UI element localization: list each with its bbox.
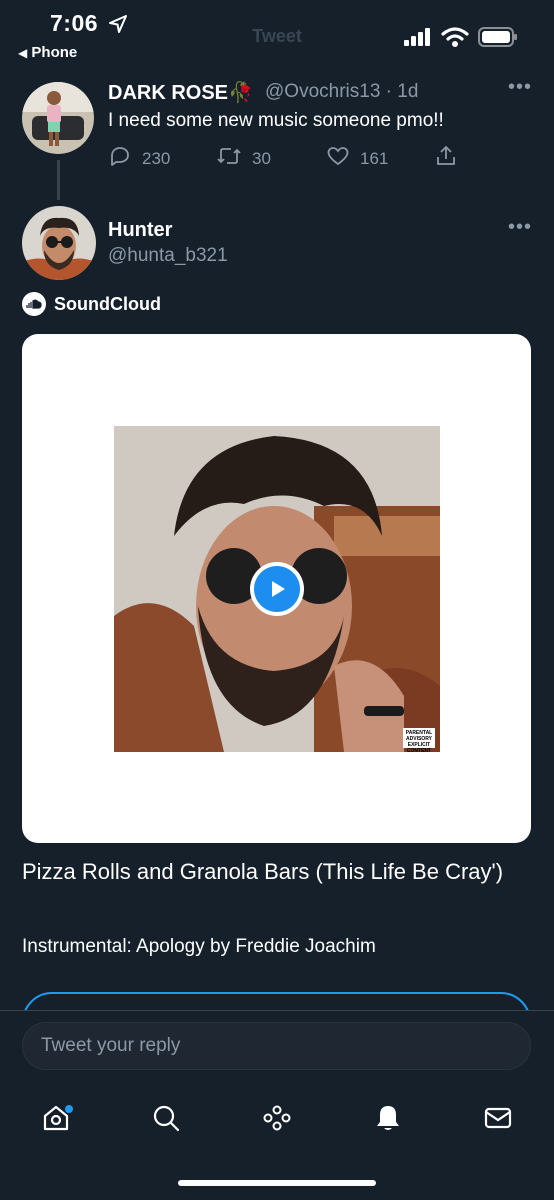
cellular-signal-icon	[404, 28, 432, 51]
battery-icon	[478, 27, 518, 52]
more-options-icon[interactable]: •••	[508, 76, 532, 99]
reply-icon	[108, 144, 132, 173]
reply-author-handle: @hunta_b321	[108, 245, 228, 266]
play-button[interactable]	[250, 562, 304, 616]
heart-icon	[326, 144, 350, 173]
track-title[interactable]: Pizza Rolls and Granola Bars (This Life …	[22, 858, 522, 886]
track-subtitle: Instrumental: Apology by Freddie Joachim	[22, 936, 376, 957]
messages-icon	[483, 1103, 513, 1138]
like-button[interactable]: 161	[326, 144, 388, 173]
reply-button[interactable]: 230	[108, 144, 170, 173]
tab-notifications[interactable]	[368, 1100, 408, 1140]
tab-bar	[0, 1090, 554, 1150]
rose-emoji: 🥀	[228, 82, 253, 104]
parent-author-name[interactable]: DARK ROSE🥀	[108, 80, 253, 105]
share-button[interactable]	[434, 144, 458, 173]
parental-advisory-badge: PARENTAL ADVISORY EXPLICIT CONTENT	[403, 728, 435, 752]
retweet-button[interactable]: 30	[216, 144, 271, 173]
share-icon	[434, 144, 458, 173]
retweet-count: 30	[252, 148, 271, 168]
more-options-icon[interactable]: •••	[508, 216, 532, 239]
tab-search[interactable]	[146, 1100, 186, 1140]
tweet-text: I need some new music someone pmo!!	[108, 110, 444, 131]
search-icon	[151, 1103, 181, 1138]
play-icon	[254, 566, 300, 612]
wifi-icon	[441, 26, 469, 53]
card-source[interactable]: SoundCloud	[22, 292, 161, 316]
tab-messages[interactable]	[478, 1100, 518, 1140]
source-label: SoundCloud	[54, 293, 161, 314]
reply-author-name[interactable]: Hunter	[108, 219, 172, 242]
notifications-icon	[373, 1103, 403, 1138]
home-indicator[interactable]	[178, 1180, 376, 1186]
page-title: Tweet	[252, 26, 302, 46]
soundcloud-icon	[22, 292, 46, 316]
avatar[interactable]	[22, 206, 96, 280]
reply-count: 230	[142, 148, 171, 168]
status-bar: 7:06 ◀ Phone Tweet	[0, 0, 554, 70]
unread-dot	[65, 1105, 73, 1113]
reply-input[interactable]: Tweet your reply	[22, 1022, 531, 1070]
retweet-icon	[216, 144, 242, 173]
soundcloud-player-card[interactable]: PARENTAL ADVISORY EXPLICIT CONTENT	[22, 334, 531, 843]
thread-connector-line	[57, 160, 60, 200]
like-count: 161	[360, 148, 389, 168]
parent-author-handle: @Ovochris13 · 1d	[265, 81, 419, 102]
spaces-icon	[261, 1103, 293, 1138]
tweet-actions: 230 30 161	[108, 144, 528, 172]
back-caret-icon: ◀	[18, 46, 28, 60]
avatar[interactable]	[22, 82, 94, 154]
tab-spaces[interactable]	[257, 1100, 297, 1140]
tab-home[interactable]	[36, 1100, 76, 1140]
author-name-text: DARK ROSE	[108, 82, 229, 104]
